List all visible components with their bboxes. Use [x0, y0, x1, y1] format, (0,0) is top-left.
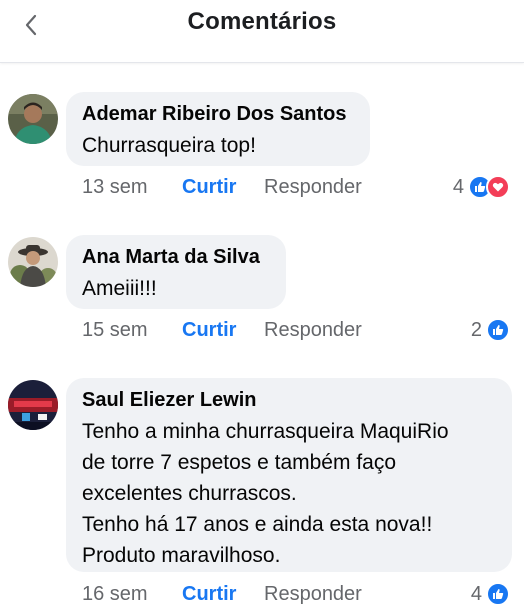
- comment-actions: 13 sem Curtir Responder: [82, 174, 362, 200]
- like-icon: [486, 318, 510, 342]
- comment-time[interactable]: 15 sem: [82, 319, 182, 342]
- header-divider: [0, 62, 524, 63]
- comment-time[interactable]: 13 sem: [82, 176, 182, 199]
- reaction-summary[interactable]: 4: [453, 174, 510, 200]
- reply-button[interactable]: Responder: [264, 583, 362, 606]
- like-icon: [486, 582, 510, 606]
- reply-button[interactable]: Responder: [264, 319, 362, 342]
- comment-author[interactable]: Saul Eliezer Lewin: [82, 388, 496, 412]
- like-button[interactable]: Curtir: [182, 319, 264, 342]
- like-button[interactable]: Curtir: [182, 583, 264, 606]
- avatar[interactable]: [8, 380, 58, 430]
- comment-bubble: Ademar Ribeiro Dos Santos Churrasqueira …: [66, 92, 370, 166]
- comment-bubble: Ana Marta da Silva Ameiii!!!: [66, 235, 286, 309]
- comment-time[interactable]: 16 sem: [82, 583, 182, 606]
- reaction-count: 4: [470, 582, 482, 605]
- page-title: Comentários: [187, 8, 337, 35]
- comment-text: Ameiii!!!: [82, 277, 157, 300]
- avatar[interactable]: [8, 94, 58, 144]
- reaction-summary[interactable]: 2: [471, 317, 510, 343]
- comment-bubble: Saul Eliezer Lewin Tenho a minha churras…: [66, 378, 512, 572]
- reaction-count: 4: [452, 175, 464, 198]
- comment-actions: 15 sem Curtir Responder: [82, 317, 362, 343]
- reaction-summary[interactable]: 4: [471, 581, 510, 607]
- app-header: Comentários: [0, 0, 524, 62]
- reaction-count: 2: [470, 318, 482, 341]
- comment-text: Churrasqueira top!: [82, 134, 256, 157]
- like-button[interactable]: Curtir: [182, 176, 264, 199]
- comment-author[interactable]: Ademar Ribeiro Dos Santos: [82, 102, 354, 126]
- reply-button[interactable]: Responder: [264, 176, 362, 199]
- avatar[interactable]: [8, 237, 58, 287]
- love-icon: [486, 175, 510, 199]
- comment-text: Tenho a minha churrasqueira MaquiRio de …: [82, 420, 449, 567]
- comment-actions: 16 sem Curtir Responder: [82, 581, 362, 607]
- comment-author[interactable]: Ana Marta da Silva: [82, 245, 270, 269]
